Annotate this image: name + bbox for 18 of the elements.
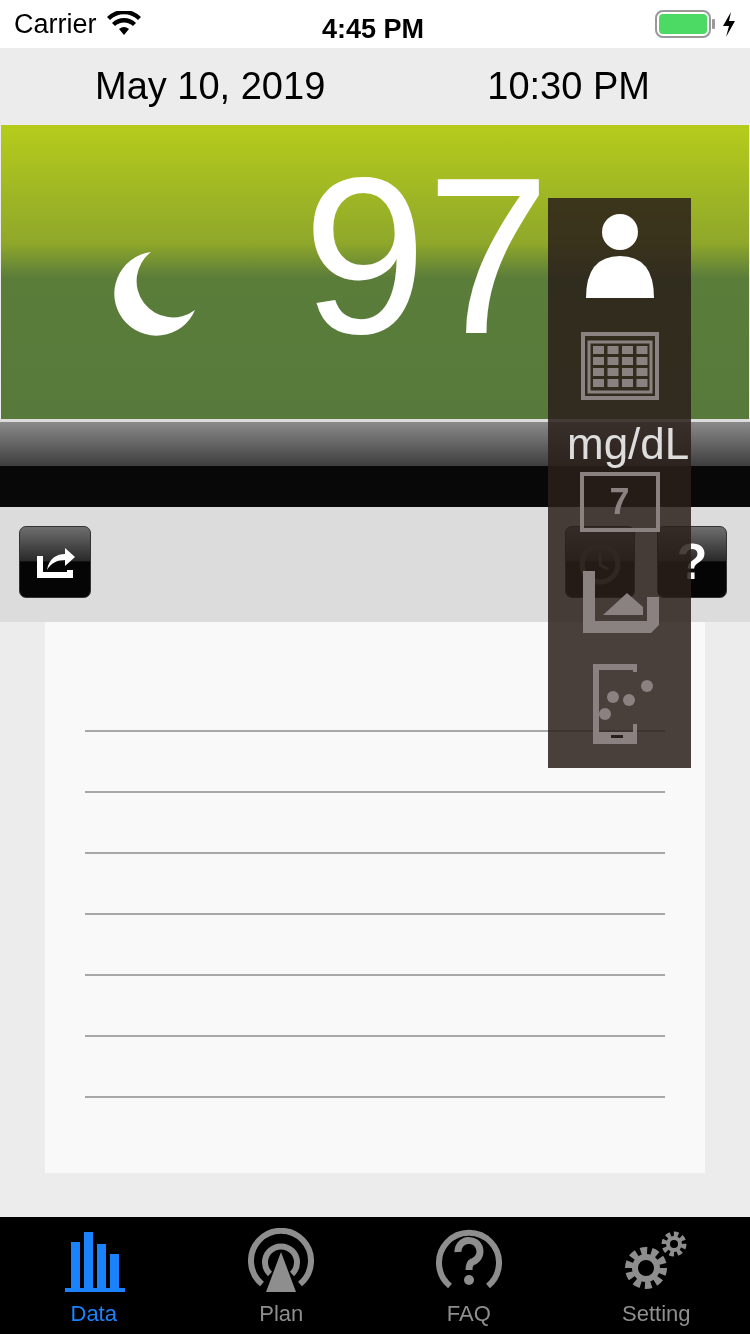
calendar-icon[interactable]: 7: [579, 472, 660, 532]
share-button[interactable]: [19, 526, 91, 598]
clock-time: 4:45 PM: [322, 13, 425, 46]
moon-icon: [111, 250, 197, 336]
reading-time: 10:30 PM: [487, 64, 650, 109]
grid-icon[interactable]: [580, 332, 659, 400]
tab-item[interactable]: Setting: [562, 1217, 750, 1334]
tab-item[interactable]: Plan: [187, 1217, 375, 1334]
tab-item[interactable]: FAQ: [375, 1217, 563, 1334]
reading-date: May 10, 2019: [95, 64, 326, 109]
bar-chart-icon: [62, 1230, 125, 1292]
person-icon[interactable]: [583, 212, 656, 300]
broadcast-icon: [248, 1228, 315, 1294]
glucose-value: 97: [303, 145, 550, 367]
unit-label: mg/dL: [567, 422, 690, 466]
wifi-icon: [106, 11, 141, 37]
tab-item[interactable]: Data: [0, 1217, 188, 1334]
carrier-name: Carrier: [14, 7, 97, 41]
